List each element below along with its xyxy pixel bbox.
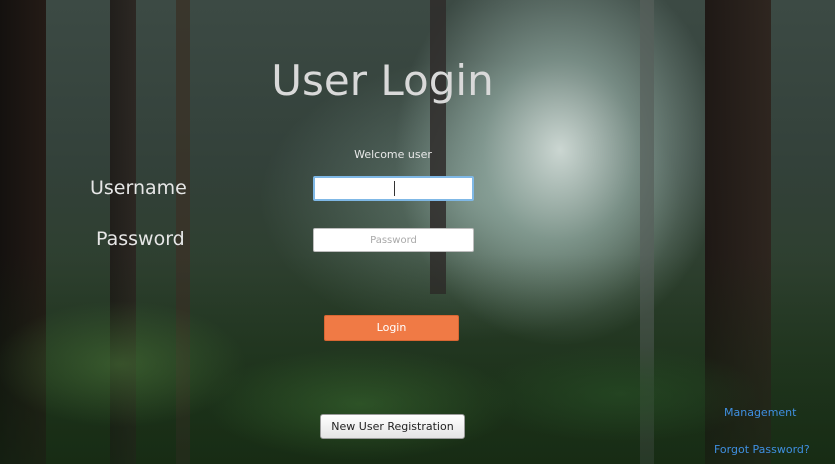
welcome-text: Welcome user bbox=[354, 148, 432, 161]
new-user-registration-button[interactable]: New User Registration bbox=[320, 414, 465, 439]
login-button[interactable]: Login bbox=[324, 315, 459, 341]
username-label: Username bbox=[90, 177, 187, 199]
text-caret bbox=[394, 181, 395, 196]
forgot-password-link[interactable]: Forgot Password? bbox=[714, 443, 810, 456]
password-input[interactable] bbox=[313, 228, 474, 252]
password-label: Password bbox=[96, 228, 185, 250]
page-title: User Login bbox=[271, 56, 494, 105]
management-link[interactable]: Management bbox=[724, 406, 796, 419]
